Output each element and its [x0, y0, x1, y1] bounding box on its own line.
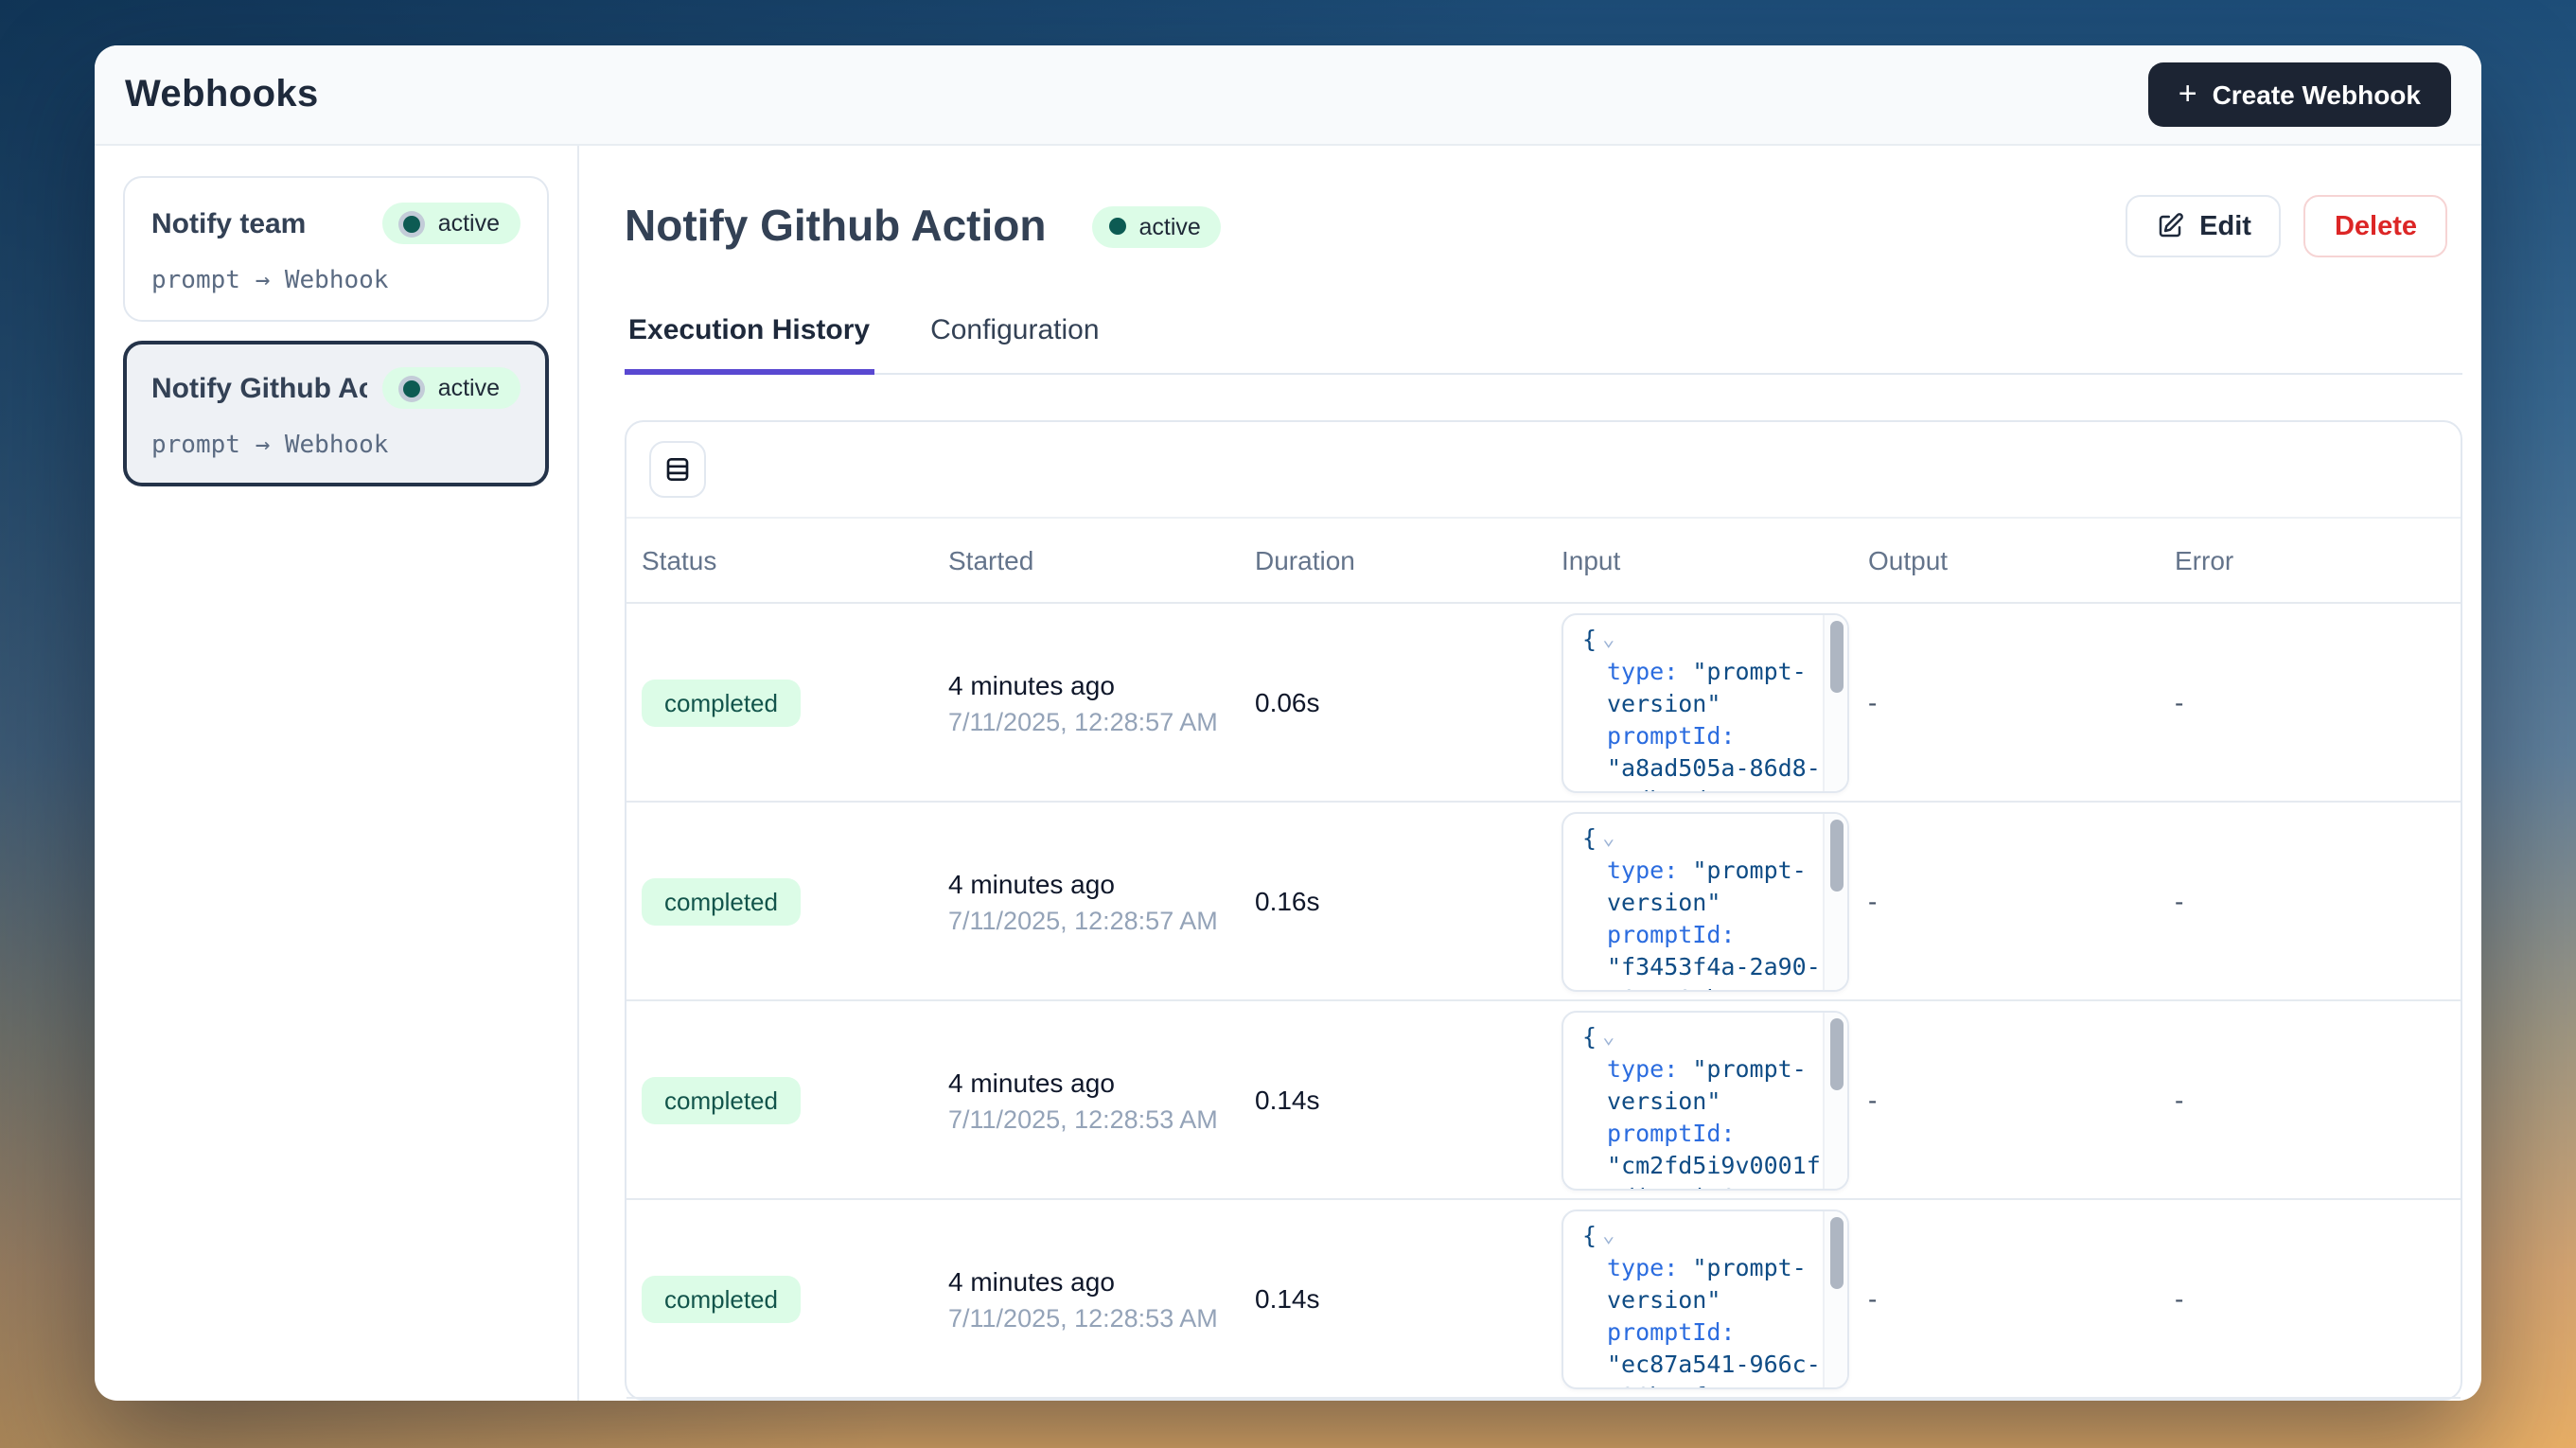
column-header-duration: Duration	[1240, 545, 1546, 575]
input-json-viewer[interactable]: {⌄ type: "prompt- version" promptId: "f3…	[1561, 811, 1849, 991]
chevron-down-icon[interactable]: ⌄	[1602, 1222, 1614, 1246]
output-value: -	[1853, 886, 2160, 916]
sidebar-item-notify-github-action[interactable]: Notify Github Acti... active prompt → We…	[123, 341, 549, 486]
webhook-detail-panel: Notify Github Action active Edit Delete	[579, 146, 2481, 1401]
webhooks-window: Webhooks + Create Webhook Notify team ac…	[95, 45, 2481, 1401]
duration-value: 0.06s	[1240, 687, 1546, 717]
scrollbar-thumb[interactable]	[1829, 1216, 1843, 1288]
column-header-output: Output	[1853, 545, 2160, 575]
webhook-detail-title: Notify Github Action	[625, 201, 1046, 252]
plus-icon: +	[2179, 78, 2197, 110]
execution-history-table: Status Started Duration Input Output Err…	[625, 420, 2462, 1401]
webhook-name: Notify Github Acti...	[151, 372, 368, 404]
status-dot-icon	[404, 215, 421, 232]
output-value: -	[1853, 1283, 2160, 1314]
scrollbar-track[interactable]	[1823, 813, 1847, 989]
table-row: completed 4 minutes ago 7/11/2025, 12:28…	[626, 1200, 2461, 1399]
status-badge: completed	[642, 1275, 801, 1322]
status-label: active	[438, 375, 500, 401]
status-badge: completed	[642, 1076, 801, 1123]
column-header-error: Error	[2160, 545, 2461, 575]
started-relative: 4 minutes ago	[948, 669, 1240, 699]
table-view-button[interactable]	[649, 441, 706, 498]
create-webhook-button[interactable]: + Create Webhook	[2148, 62, 2451, 127]
started-absolute: 7/11/2025, 12:28:57 AM	[948, 707, 1240, 735]
status-label: active	[1138, 213, 1200, 239]
page-title: Webhooks	[125, 73, 319, 116]
webhook-list-sidebar: Notify team active prompt → Webhook Noti…	[95, 146, 579, 1401]
webhook-flow: prompt → Webhook	[151, 267, 520, 295]
column-header-status: Status	[626, 545, 933, 575]
table-row: completed 4 minutes ago 7/11/2025, 12:28…	[626, 803, 2461, 1001]
scrollbar-track[interactable]	[1823, 1012, 1847, 1188]
status-badge: completed	[642, 877, 801, 925]
error-value: -	[2160, 1085, 2461, 1115]
edit-label: Edit	[2199, 211, 2251, 241]
sidebar-item-notify-team[interactable]: Notify team active prompt → Webhook	[123, 176, 549, 322]
started-relative: 4 minutes ago	[948, 1265, 1240, 1296]
desktop-background: Webhooks + Create Webhook Notify team ac…	[0, 0, 2576, 1448]
input-json-viewer[interactable]: {⌄ type: "prompt- version" promptId: "ec…	[1561, 1209, 1849, 1388]
input-json-viewer[interactable]: {⌄ type: "prompt- version" promptId: "a8…	[1561, 612, 1849, 792]
scrollbar-track[interactable]	[1823, 1210, 1847, 1386]
status-badge: active	[383, 203, 520, 244]
status-badge: active	[1091, 205, 1221, 247]
started-relative: 4 minutes ago	[948, 1067, 1240, 1097]
chevron-down-icon[interactable]: ⌄	[1602, 1023, 1614, 1048]
delete-label: Delete	[2335, 211, 2417, 241]
status-dot-icon	[404, 380, 421, 397]
status-badge: active	[383, 367, 520, 409]
duration-value: 0.14s	[1240, 1085, 1546, 1115]
error-value: -	[2160, 886, 2461, 916]
edit-button[interactable]: Edit	[2126, 195, 2282, 257]
started-absolute: 7/11/2025, 12:28:57 AM	[948, 906, 1240, 934]
started-absolute: 7/11/2025, 12:28:53 AM	[948, 1303, 1240, 1332]
status-dot-icon	[1108, 218, 1125, 235]
window-body: Notify team active prompt → Webhook Noti…	[95, 146, 2481, 1401]
started-relative: 4 minutes ago	[948, 868, 1240, 898]
output-value: -	[1853, 1085, 2160, 1115]
chevron-down-icon[interactable]: ⌄	[1602, 626, 1614, 650]
tab-configuration[interactable]: Configuration	[926, 314, 1103, 375]
scrollbar-thumb[interactable]	[1829, 1017, 1843, 1089]
webhook-flow: prompt → Webhook	[151, 432, 520, 460]
duration-value: 0.16s	[1240, 886, 1546, 916]
status-badge: completed	[642, 679, 801, 726]
edit-pencil-icon	[2156, 212, 2184, 240]
input-json-viewer[interactable]: {⌄ type: "prompt- version" promptId: "cm…	[1561, 1010, 1849, 1190]
started-absolute: 7/11/2025, 12:28:53 AM	[948, 1104, 1240, 1133]
table-header-row: Status Started Duration Input Output Err…	[626, 519, 2461, 604]
table-row: completed 4 minutes ago 7/11/2025, 12:28…	[626, 1001, 2461, 1200]
webhook-name: Notify team	[151, 207, 306, 239]
output-value: -	[1853, 687, 2160, 717]
status-label: active	[438, 210, 500, 237]
scrollbar-thumb[interactable]	[1829, 620, 1843, 692]
tab-execution-history[interactable]: Execution History	[625, 314, 873, 375]
scrollbar-thumb[interactable]	[1829, 819, 1843, 891]
column-header-started: Started	[933, 545, 1240, 575]
column-header-input: Input	[1546, 545, 1853, 575]
delete-button[interactable]: Delete	[2304, 195, 2447, 257]
create-webhook-label: Create Webhook	[2213, 79, 2421, 110]
chevron-down-icon[interactable]: ⌄	[1602, 824, 1614, 849]
table-row: completed 4 minutes ago 7/11/2025, 12:28…	[626, 604, 2461, 803]
table-rows-icon	[662, 454, 693, 485]
duration-value: 0.14s	[1240, 1283, 1546, 1314]
scrollbar-track[interactable]	[1823, 614, 1847, 790]
window-header: Webhooks + Create Webhook	[95, 45, 2481, 146]
error-value: -	[2160, 687, 2461, 717]
detail-tabs: Execution History Configuration	[625, 314, 2462, 375]
error-value: -	[2160, 1283, 2461, 1314]
